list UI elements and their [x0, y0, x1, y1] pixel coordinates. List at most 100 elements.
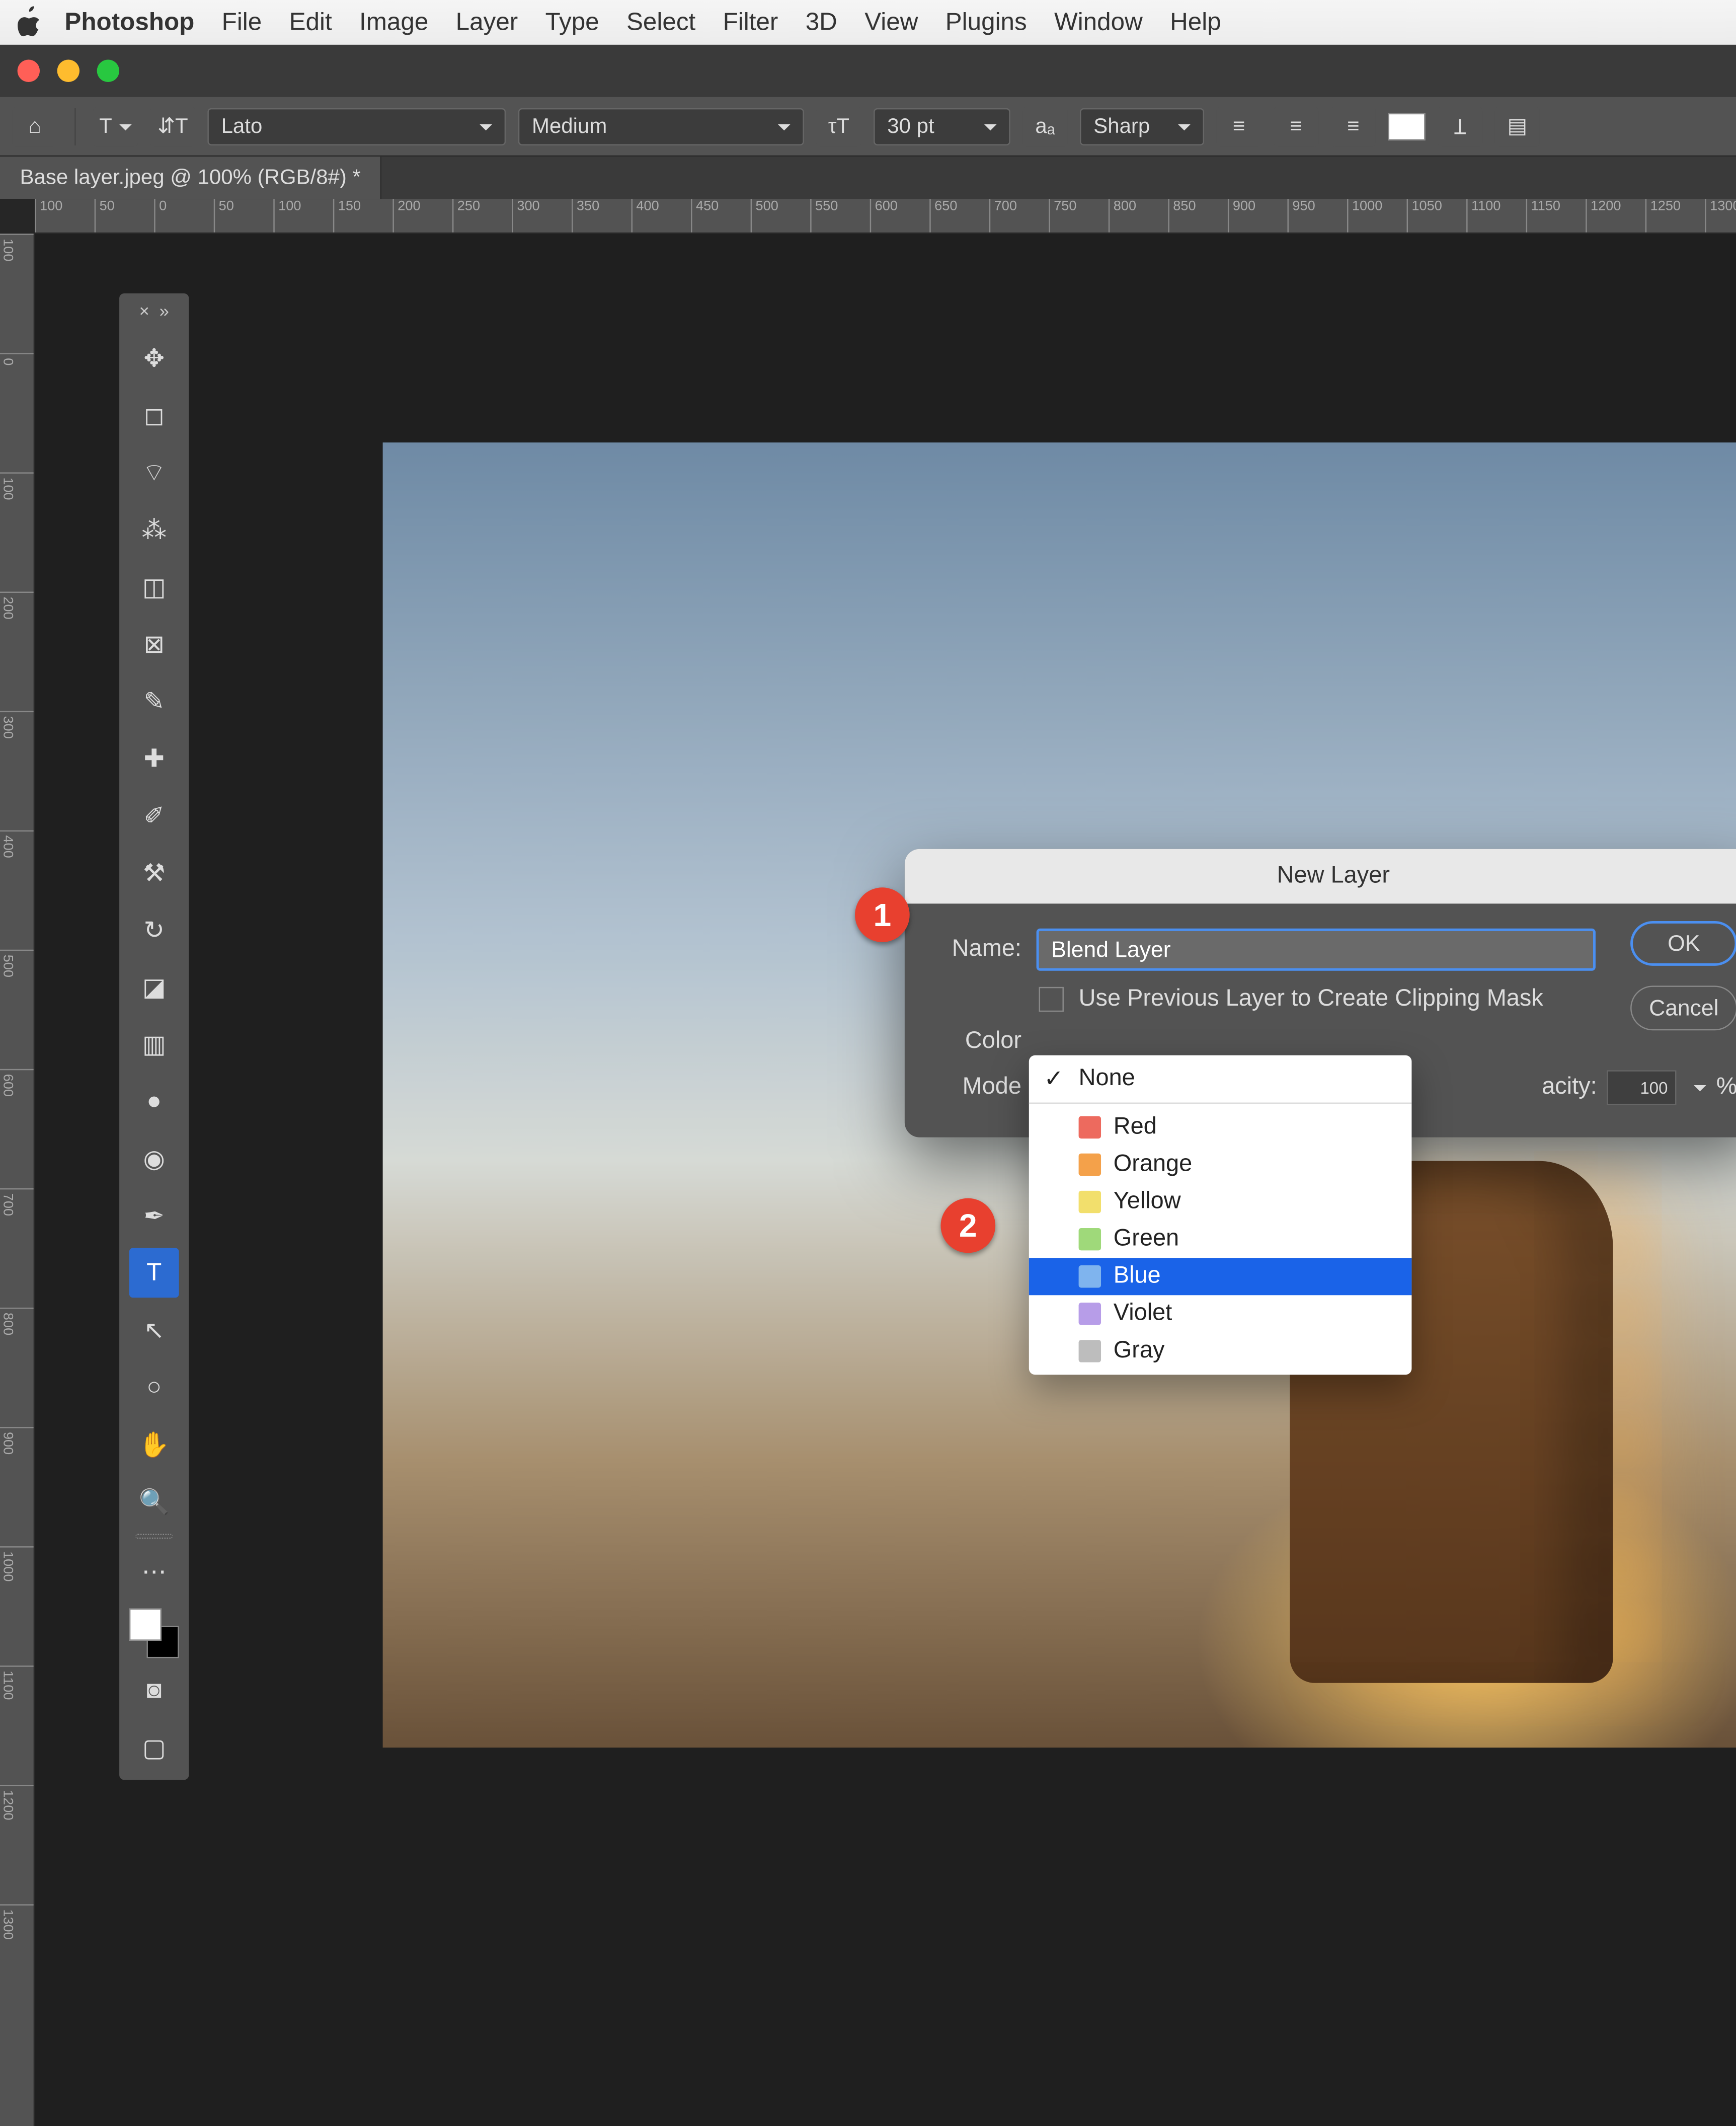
font-family-dropdown[interactable]: Lato: [207, 108, 506, 145]
menu-layer[interactable]: Layer: [456, 8, 518, 37]
color-option-yellow[interactable]: Yellow: [1029, 1183, 1412, 1221]
align-center-icon[interactable]: ≡: [1274, 106, 1318, 146]
tool-icon[interactable]: T: [93, 106, 138, 146]
hand-tool-icon[interactable]: ✋: [129, 1419, 179, 1469]
menu-separator: [1029, 1103, 1412, 1104]
swatch-icon: [1079, 1191, 1101, 1213]
blur-tool-icon[interactable]: ●: [129, 1077, 179, 1126]
path-tool-icon[interactable]: ↖: [129, 1305, 179, 1355]
document-viewport[interactable]: × » ✥ ◻ ⌔ ⁂ ◫ ⊠ ✎ ✚ ✐ ⚒ ↻ ◪ ▥ ● ◉ ✒: [35, 234, 1736, 2126]
font-weight-dropdown[interactable]: Medium: [518, 108, 804, 145]
menu-window[interactable]: Window: [1054, 8, 1143, 37]
brush-tool-icon[interactable]: ✐: [129, 791, 179, 841]
text-color-swatch[interactable]: [1388, 112, 1426, 139]
eyedropper-tool-icon[interactable]: ✎: [129, 676, 179, 726]
eraser-tool-icon[interactable]: ◪: [129, 962, 179, 1012]
color-option-gray[interactable]: Gray: [1029, 1332, 1412, 1370]
layer-name-input[interactable]: [1037, 929, 1596, 971]
color-option-label: Violet: [1114, 1300, 1172, 1327]
color-swatches[interactable]: [129, 1609, 179, 1658]
ok-button[interactable]: OK: [1630, 921, 1736, 966]
color-option-label: Red: [1114, 1114, 1157, 1141]
orientation-icon[interactable]: ⇵T: [150, 106, 195, 146]
opacity-label: acity:: [1542, 1074, 1597, 1101]
window-title: Adobe Photoshop 2023: [0, 57, 1736, 85]
font-size-dropdown[interactable]: 30 pt: [874, 108, 1010, 145]
color-option-orange[interactable]: Orange: [1029, 1146, 1412, 1183]
wand-tool-icon[interactable]: ⁂: [129, 505, 179, 555]
align-right-icon[interactable]: ≡: [1331, 106, 1376, 146]
clip-mask-checkbox[interactable]: [1039, 987, 1064, 1012]
document-tab[interactable]: Base layer.jpeg @ 100% (RGB/8#) *: [0, 157, 382, 199]
color-option-label: Gray: [1114, 1337, 1165, 1364]
swatch-icon: [1079, 1303, 1101, 1325]
ruler-horizontal: 1005005010015020025030035040045050055060…: [35, 199, 1736, 234]
tools-chevron-icon[interactable]: »: [160, 301, 169, 321]
menu-file[interactable]: File: [222, 8, 262, 37]
menu-image[interactable]: Image: [359, 8, 428, 37]
menu-plugins[interactable]: Plugins: [945, 8, 1027, 37]
frame-tool-icon[interactable]: ⊠: [129, 619, 179, 669]
shape-tool-icon[interactable]: ○: [129, 1362, 179, 1412]
dialog-title: New Layer: [905, 849, 1736, 904]
ruler-vertical: 1000100200300400500600700800900100011001…: [0, 234, 35, 2126]
clip-mask-label: Use Previous Layer to Create Clipping Ma…: [1079, 985, 1543, 1013]
color-option-green[interactable]: Green: [1029, 1221, 1412, 1258]
history-brush-tool-icon[interactable]: ↻: [129, 905, 179, 955]
stamp-tool-icon[interactable]: ⚒: [129, 848, 179, 897]
antialias-icon: aₐ: [1022, 106, 1067, 146]
menu-view[interactable]: View: [864, 8, 918, 37]
color-dropdown-menu: None Red Orange Yellow Green Blue Violet Gray: [1029, 1055, 1412, 1375]
document-tabs: Base layer.jpeg @ 100% (RGB/8#) *: [0, 157, 1736, 199]
canvas-area: 1005005010015020025030035040045050055060…: [0, 199, 1736, 2126]
crop-tool-icon[interactable]: ◫: [129, 562, 179, 612]
menu-3d[interactable]: 3D: [806, 8, 837, 37]
menu-filter[interactable]: Filter: [723, 8, 778, 37]
quickmask-icon[interactable]: ◙: [129, 1665, 179, 1715]
color-option-label: None: [1079, 1065, 1135, 1092]
type-tool-icon[interactable]: T: [129, 1248, 179, 1298]
opacity-input[interactable]: [1607, 1070, 1676, 1105]
zoom-tool-icon[interactable]: 🔍: [129, 1477, 179, 1527]
cancel-button[interactable]: Cancel: [1630, 985, 1736, 1030]
marquee-tool-icon[interactable]: ◻: [129, 390, 179, 440]
color-option-blue[interactable]: Blue: [1029, 1258, 1412, 1295]
app-name[interactable]: Photoshop: [64, 8, 194, 37]
warp-text-icon[interactable]: Ʇ: [1438, 106, 1482, 146]
color-option-none[interactable]: None: [1029, 1060, 1412, 1098]
swatch-icon: [1079, 1265, 1101, 1287]
font-size-icon: τT: [817, 106, 861, 146]
color-option-violet[interactable]: Violet: [1029, 1295, 1412, 1332]
menu-type[interactable]: Type: [545, 8, 599, 37]
gradient-tool-icon[interactable]: ▥: [129, 1019, 179, 1069]
new-layer-dialog: New Layer Name: Use Previous Layer to Cr…: [905, 849, 1736, 1137]
opacity-stepper-icon[interactable]: [1686, 1074, 1706, 1101]
name-label: Name:: [929, 936, 1021, 963]
antialias-dropdown[interactable]: Sharp: [1080, 108, 1204, 145]
callout-1: 1: [855, 887, 910, 942]
color-option-label: Yellow: [1114, 1188, 1181, 1216]
move-tool-icon[interactable]: ✥: [129, 333, 179, 383]
color-option-label: Green: [1114, 1226, 1179, 1253]
edit-toolbar-icon[interactable]: ⋯: [129, 1546, 179, 1596]
dodge-tool-icon[interactable]: ◉: [129, 1133, 179, 1183]
color-option-label: Blue: [1114, 1263, 1161, 1290]
app-window: Adobe Photoshop 2023 ⌂ T ⇵T Lato Medium …: [0, 45, 1736, 2126]
lasso-tool-icon[interactable]: ⌔: [129, 447, 179, 497]
align-left-icon[interactable]: ≡: [1217, 106, 1261, 146]
pen-tool-icon[interactable]: ✒: [129, 1191, 179, 1241]
swatch-icon: [1079, 1228, 1101, 1250]
character-panel-icon[interactable]: ▤: [1495, 106, 1540, 146]
menu-select[interactable]: Select: [626, 8, 695, 37]
home-icon[interactable]: ⌂: [13, 106, 57, 146]
menu-edit[interactable]: Edit: [289, 8, 332, 37]
apple-icon: [15, 6, 42, 39]
color-label: Color: [929, 1028, 1021, 1055]
heal-tool-icon[interactable]: ✚: [129, 733, 179, 783]
screenmode-icon[interactable]: ▢: [129, 1723, 179, 1773]
tools-divider: [135, 1534, 173, 1539]
color-option-red[interactable]: Red: [1029, 1109, 1412, 1146]
menu-help[interactable]: Help: [1170, 8, 1221, 37]
swatch-icon: [1079, 1154, 1101, 1176]
tools-close-icon[interactable]: ×: [139, 301, 149, 321]
